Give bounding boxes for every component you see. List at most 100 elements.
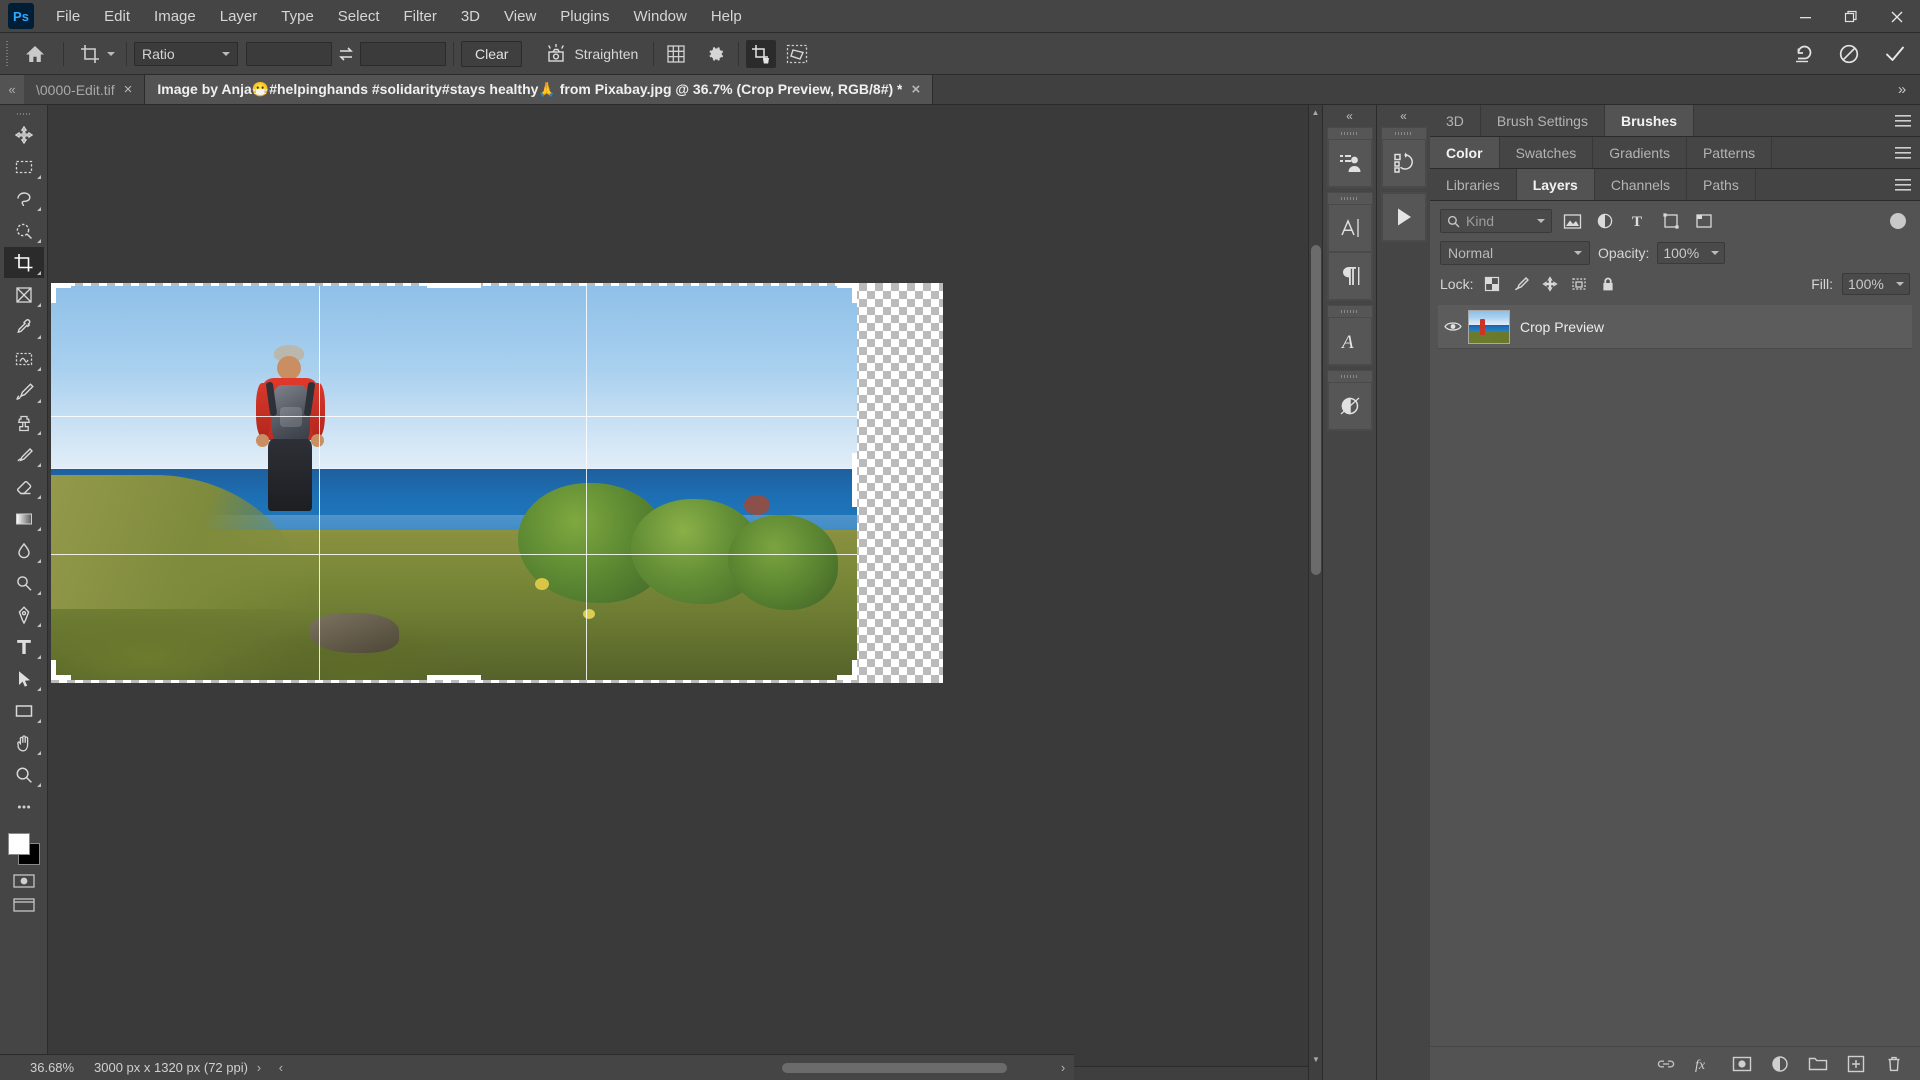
new-layer-icon[interactable] xyxy=(1846,1054,1866,1074)
history-panel-icon[interactable] xyxy=(1381,139,1426,187)
tab-color[interactable]: Color xyxy=(1430,137,1500,168)
sidebar-item-crop-tool[interactable] xyxy=(3,247,44,278)
actions-play-icon[interactable] xyxy=(1381,193,1426,241)
blend-mode-select[interactable]: Normal xyxy=(1440,241,1590,265)
sidebar-item-eraser-tool[interactable] xyxy=(4,471,44,502)
lock-artboard-nesting-icon[interactable] xyxy=(1569,274,1589,294)
menu-type[interactable]: Type xyxy=(269,2,326,31)
foreground-color-swatch[interactable] xyxy=(7,833,30,855)
restore-icon[interactable] xyxy=(1828,0,1874,33)
layer-name[interactable]: Crop Preview xyxy=(1520,319,1604,335)
status-scroll-right-icon[interactable]: › xyxy=(1052,1060,1074,1075)
sidebar-item-path-selection-tool[interactable] xyxy=(4,663,44,694)
tab-brush-settings[interactable]: Brush Settings xyxy=(1480,105,1605,136)
vertical-scroll-thumb[interactable] xyxy=(1311,245,1321,575)
tab-patterns[interactable]: Patterns xyxy=(1686,137,1773,168)
menu-layer[interactable]: Layer xyxy=(208,2,270,31)
tab-channels[interactable]: Channels xyxy=(1594,169,1688,200)
pixel-layer-filter-icon[interactable] xyxy=(1559,209,1585,233)
adjustment-layer-filter-icon[interactable] xyxy=(1592,209,1618,233)
filter-toggle-switch[interactable] xyxy=(1890,213,1906,229)
sidebar-item-quick-selection-tool[interactable] xyxy=(4,215,44,246)
lock-transparent-pixels-icon[interactable] xyxy=(1482,274,1502,294)
eye-icon[interactable] xyxy=(1438,320,1468,333)
clear-button[interactable]: Clear xyxy=(461,40,523,67)
document-tab-0[interactable]: \0000-Edit.tif × xyxy=(24,75,146,104)
tab-scroll-left-icon[interactable]: » xyxy=(0,75,24,104)
sidebar-item-dodge-tool[interactable] xyxy=(4,567,44,598)
lock-all-icon[interactable] xyxy=(1598,274,1618,294)
collapse-dock-icon-2[interactable]: « xyxy=(1377,105,1430,127)
menu-file[interactable]: File xyxy=(44,2,92,31)
shape-layer-filter-icon[interactable] xyxy=(1658,209,1684,233)
layer-row-crop-preview[interactable]: Crop Preview xyxy=(1438,305,1912,349)
scroll-up-icon[interactable]: ▲ xyxy=(1309,105,1322,119)
panel-menu-icon[interactable] xyxy=(1886,137,1920,168)
tab-paths[interactable]: Paths xyxy=(1687,169,1756,200)
close-icon[interactable]: × xyxy=(124,82,133,97)
sidebar-item-eyedropper-tool[interactable] xyxy=(4,311,44,342)
delete-cropped-pixels-icon[interactable] xyxy=(746,39,777,68)
clone-source-panel-icon[interactable] xyxy=(1327,139,1372,187)
document-tab-1[interactable]: Image by Anja😷#helpinghands #solidarity#… xyxy=(145,75,934,104)
crop-width-input[interactable] xyxy=(246,41,332,66)
sidebar-item-brush-tool[interactable] xyxy=(4,375,44,406)
tab-gradients[interactable]: Gradients xyxy=(1593,137,1687,168)
character-panel-icon[interactable] xyxy=(1327,204,1372,252)
tab-brushes[interactable]: Brushes xyxy=(1604,105,1694,136)
menu-select[interactable]: Select xyxy=(326,2,392,31)
crop-handle-bottom-center[interactable] xyxy=(427,675,481,680)
menu-3d[interactable]: 3D xyxy=(449,2,492,31)
collapse-dock-icon-1[interactable]: « xyxy=(1323,105,1376,127)
crop-handle-bottom-right-v[interactable] xyxy=(852,660,857,680)
sidebar-item-zoom-tool[interactable] xyxy=(4,759,44,790)
gear-icon[interactable] xyxy=(701,40,731,68)
content-aware-icon[interactable] xyxy=(782,40,812,68)
sidebar-item-lasso-tool[interactable] xyxy=(4,183,44,214)
new-adjustment-layer-icon[interactable] xyxy=(1770,1054,1790,1074)
tab-layers[interactable]: Layers xyxy=(1516,169,1595,200)
minimize-icon[interactable] xyxy=(1782,0,1828,33)
layer-thumbnail[interactable] xyxy=(1468,309,1510,344)
menu-image[interactable]: Image xyxy=(142,2,208,31)
new-group-icon[interactable] xyxy=(1808,1054,1828,1074)
tab-3d[interactable]: 3D xyxy=(1430,105,1481,136)
status-expand-icon[interactable]: › xyxy=(248,1060,270,1075)
layer-style-fx-icon[interactable]: fx xyxy=(1694,1054,1714,1074)
menu-edit[interactable]: Edit xyxy=(92,2,142,31)
menu-view[interactable]: View xyxy=(492,2,548,31)
canvas-area[interactable]: ▲ ▼ xyxy=(48,105,1322,1080)
sidebar-item-blur-tool[interactable] xyxy=(4,535,44,566)
smart-object-filter-icon[interactable] xyxy=(1691,209,1717,233)
sidebar-item-marquee-tool[interactable] xyxy=(4,151,44,182)
sidebar-item-frame-tool[interactable] xyxy=(4,279,44,310)
edit-toolbar-ellipsis-icon[interactable] xyxy=(4,791,44,822)
cancel-icon[interactable] xyxy=(1834,40,1864,68)
straighten-button[interactable]: Straighten xyxy=(536,40,646,68)
layer-kind-filter[interactable]: Kind xyxy=(1440,209,1552,233)
swap-arrows-icon[interactable] xyxy=(332,41,360,67)
type-layer-filter-icon[interactable]: T xyxy=(1625,209,1651,233)
menu-window[interactable]: Window xyxy=(621,2,698,31)
tab-swatches[interactable]: Swatches xyxy=(1499,137,1594,168)
screen-mode-icon[interactable] xyxy=(12,897,35,913)
close-icon[interactable]: × xyxy=(911,82,920,97)
paragraph-panel-icon[interactable] xyxy=(1327,252,1372,300)
add-layer-mask-icon[interactable] xyxy=(1732,1054,1752,1074)
sidebar-item-hand-tool[interactable] xyxy=(4,727,44,758)
toolbar-grip[interactable] xyxy=(0,109,47,119)
scroll-down-icon[interactable]: ▼ xyxy=(1309,1052,1322,1066)
reset-icon[interactable] xyxy=(1788,40,1818,68)
menu-plugins[interactable]: Plugins xyxy=(548,2,621,31)
opacity-input[interactable]: 100% xyxy=(1657,242,1726,264)
menu-help[interactable]: Help xyxy=(699,2,754,31)
sidebar-item-clone-stamp-tool[interactable] xyxy=(4,407,44,438)
sidebar-item-move-tool[interactable] xyxy=(4,119,44,150)
status-scroll-thumb[interactable] xyxy=(781,1062,1007,1073)
fill-input[interactable]: 100% xyxy=(1842,273,1910,295)
commit-checkmark-icon[interactable] xyxy=(1880,40,1910,68)
glyphs-panel-icon[interactable]: A xyxy=(1327,317,1372,365)
crop-handle-bottom-left-v[interactable] xyxy=(51,660,56,680)
quick-mask-icon[interactable] xyxy=(12,873,35,889)
tab-overflow-icon[interactable]: » xyxy=(1884,75,1920,104)
